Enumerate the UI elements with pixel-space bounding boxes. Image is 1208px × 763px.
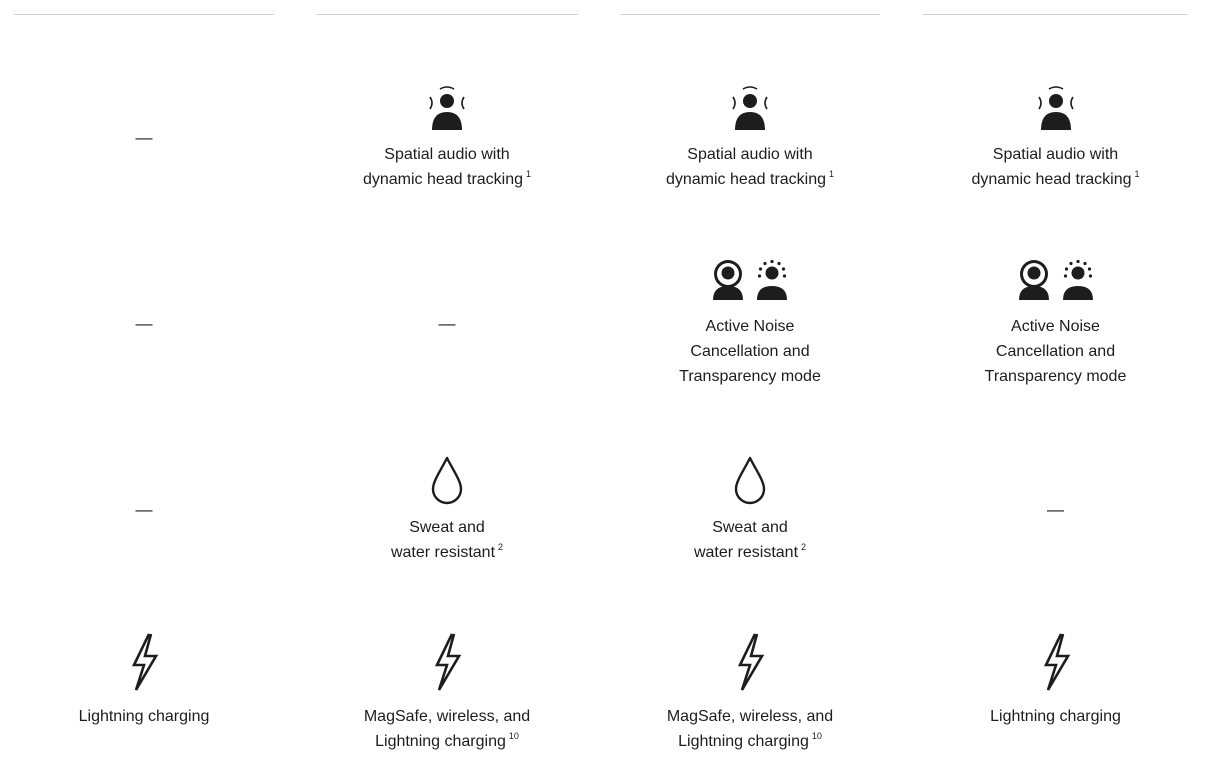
water-drop-icon [734, 456, 766, 505]
column-4: Spatial audio with dynamic head tracking 1… [923, 0, 1188, 763]
lightning-bolt-icon [131, 633, 159, 691]
noise-cancellation-feature: Active Noise Cancellation and Transparency… [923, 258, 1188, 389]
noise-cancellation-icons [923, 258, 1188, 302]
charging-feature: Lightning charging [14, 632, 274, 729]
footnote-marker: 1 [1134, 169, 1140, 179]
noise-cancellation-label: Active Noise Cancellation and Transparency… [679, 318, 821, 385]
lightning-bolt-icon [1043, 633, 1070, 691]
column-divider [620, 14, 880, 15]
noise-cancellation-label: Active Noise Cancellation and Transparency… [984, 318, 1127, 385]
column-1: — — — Lightning charging [14, 0, 274, 763]
charging-feature: Lightning charging [923, 632, 1188, 729]
spatial-audio-icon [429, 86, 465, 130]
footnote-marker: 2 [498, 542, 504, 552]
spatial-audio-icon [732, 86, 768, 130]
water-resistance-feature: Sweat and water resistant 2 [620, 455, 880, 565]
noise-cancellation-feature: Active Noise Cancellation and Transparency… [620, 258, 880, 389]
noise-cancellation-unavailable: — [135, 314, 153, 333]
charging-label: MagSafe, wireless, and Lightning charging… [363, 708, 531, 750]
water-resistance-label: Sweat and water resistant 2 [390, 519, 504, 561]
lightning-bolt-icon [737, 633, 765, 691]
column-divider [316, 14, 578, 15]
water-resistance-unavailable: — [135, 500, 153, 519]
spatial-audio-feature: Spatial audio with dynamic head tracking 1 [923, 84, 1188, 192]
column-2: Spatial audio with dynamic head tracking 1… [316, 0, 578, 763]
charging-label: Lightning charging [78, 708, 210, 725]
charging-feature: MagSafe, wireless, and Lightning charging… [620, 632, 880, 754]
charging-feature: MagSafe, wireless, and Lightning charging… [316, 632, 578, 754]
noise-cancellation-unavailable: — [438, 314, 456, 333]
spatial-audio-label: Spatial audio with dynamic head tracking 1 [971, 146, 1140, 188]
water-drop-icon [431, 456, 463, 505]
spatial-audio-label: Spatial audio with dynamic head tracking 1 [362, 146, 532, 188]
footnote-marker: 10 [508, 731, 519, 741]
transparency-mode-icon [757, 259, 787, 300]
spatial-audio-icon [1037, 86, 1074, 130]
spatial-audio-label: Spatial audio with dynamic head tracking 1 [665, 146, 835, 188]
noise-cancellation-icon [1018, 260, 1049, 300]
noise-cancellation-icons [620, 258, 880, 302]
water-resistance-unavailable: — [1047, 500, 1064, 519]
water-resistance-feature: Sweat and water resistant 2 [316, 455, 578, 565]
footnote-marker: 10 [811, 731, 822, 741]
column-divider [923, 14, 1188, 15]
noise-cancellation-icon [713, 260, 743, 300]
spatial-audio-feature: Spatial audio with dynamic head tracking 1 [620, 84, 880, 192]
footnote-marker: 2 [801, 542, 807, 552]
charging-label: MagSafe, wireless, and Lightning charging… [666, 708, 834, 750]
transparency-mode-icon [1062, 259, 1093, 300]
column-divider [14, 14, 274, 15]
spatial-audio-feature: Spatial audio with dynamic head tracking 1 [316, 84, 578, 192]
water-resistance-label: Sweat and water resistant 2 [693, 519, 807, 561]
lightning-bolt-icon [434, 633, 462, 691]
charging-label: Lightning charging [990, 708, 1121, 725]
footnote-marker: 1 [526, 169, 532, 179]
footnote-marker: 1 [829, 169, 835, 179]
column-3: Spatial audio with dynamic head tracking 1… [620, 0, 880, 763]
spatial-audio-unavailable: — [135, 128, 153, 147]
